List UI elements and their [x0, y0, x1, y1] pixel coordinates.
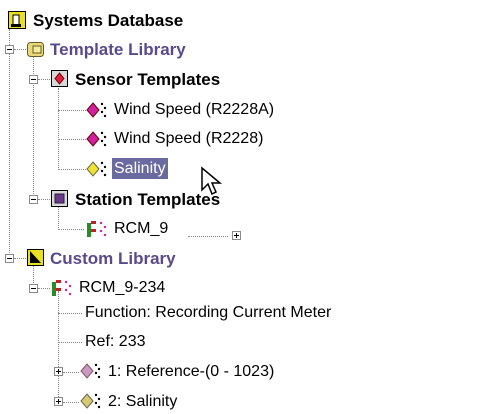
expand-toggle[interactable] [54, 367, 63, 376]
sensor-icon [86, 161, 107, 177]
tree-line [14, 258, 26, 259]
node-label: Wind Speed (R2228) [114, 130, 264, 147]
node-label: Sensor Templates [75, 70, 221, 89]
expand-toggle[interactable] [54, 397, 63, 406]
node-label: 2: Salinity [108, 393, 178, 410]
tree-line [14, 49, 26, 50]
expand-toggle[interactable] [232, 231, 241, 240]
sensor-folder-icon [51, 70, 68, 87]
database-icon [8, 11, 26, 29]
sensor-icon [80, 393, 101, 409]
node-label: Salinity [112, 158, 168, 179]
collapse-toggle[interactable] [5, 254, 14, 263]
node-label: Template Library [50, 40, 186, 59]
node-label: Wind Speed (R2228A) [114, 101, 275, 118]
tree-view[interactable]: Systems Database Template Library Sensor… [0, 0, 480, 414]
node-label: Systems Database [33, 11, 184, 30]
node-label: Custom Library [50, 249, 176, 268]
node-label: 1: Reference-(0 - 1023) [108, 363, 275, 380]
tree-node-function[interactable]: Function: Recording Current Meter [85, 302, 331, 323]
tree-line [58, 169, 86, 170]
tree-line [38, 288, 50, 289]
node-label: RCM_9-234 [79, 279, 166, 296]
tree-line [58, 206, 59, 230]
tree-line [63, 402, 79, 403]
tree-line [63, 372, 79, 373]
tree-line [58, 139, 86, 140]
station-icon [52, 280, 72, 296]
collapse-toggle[interactable] [5, 45, 14, 54]
tree-line [38, 199, 50, 200]
tree-line [58, 88, 59, 170]
tree-line [188, 236, 228, 237]
node-label: Station Templates [75, 190, 221, 209]
collapse-toggle[interactable] [29, 284, 38, 293]
custom-library-icon [27, 249, 44, 266]
tree-line [58, 229, 84, 230]
station-icon [87, 221, 107, 237]
collapse-toggle[interactable] [29, 195, 38, 204]
sensor-icon [80, 363, 101, 379]
sensor-icon [86, 131, 107, 147]
tree-node-ref[interactable]: Ref: 233 [85, 331, 145, 352]
collapse-toggle[interactable] [29, 75, 38, 84]
tree-line [58, 342, 82, 343]
library-icon [27, 42, 44, 57]
sensor-icon [86, 102, 107, 118]
node-label: RCM_9 [114, 220, 169, 237]
tree-line [58, 313, 82, 314]
station-folder-icon [51, 190, 68, 207]
tree-line [38, 79, 50, 80]
tree-line [58, 291, 59, 405]
tree-line [58, 110, 86, 111]
tree-line [9, 29, 10, 261]
